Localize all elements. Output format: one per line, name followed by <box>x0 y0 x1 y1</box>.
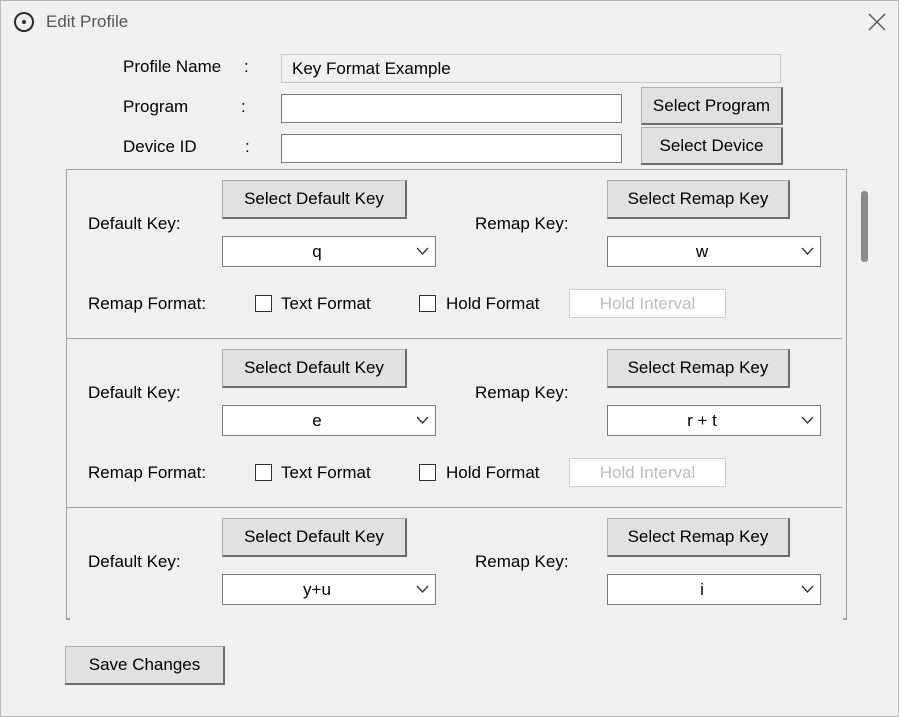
key-mapping-item: Select Default Key Default Key: e Select… <box>67 339 846 508</box>
remap-key-dropdown[interactable]: r + t <box>607 405 821 436</box>
hold-format-label: Hold Format <box>446 294 540 313</box>
device-id-colon: : <box>245 137 250 156</box>
text-format-checkbox[interactable] <box>255 464 272 481</box>
key-mapping-list[interactable]: Select Default Key Default Key: q Select… <box>66 169 847 620</box>
select-remap-key-button[interactable]: Select Remap Key <box>607 518 790 557</box>
text-format-label: Text Format <box>281 294 371 313</box>
default-key-value: y+u <box>303 580 331 599</box>
chevron-down-icon <box>801 585 814 593</box>
chevron-down-icon <box>801 416 814 424</box>
hold-format-checkbox[interactable] <box>419 295 436 312</box>
profile-name-label: Profile Name <box>123 57 222 76</box>
remap-key-dropdown[interactable]: i <box>607 574 821 605</box>
profile-name-colon: : <box>244 57 249 76</box>
close-icon <box>868 13 886 31</box>
program-label: Program <box>123 97 189 116</box>
default-key-value: e <box>312 411 322 430</box>
device-id-label: Device ID <box>123 137 197 156</box>
close-button[interactable] <box>857 7 897 37</box>
default-key-dropdown[interactable]: e <box>222 405 436 436</box>
hold-format-checkbox[interactable] <box>419 464 436 481</box>
remap-key-label: Remap Key: <box>475 214 569 233</box>
default-key-label: Default Key: <box>88 383 181 402</box>
remap-key-value: i <box>700 580 704 599</box>
remap-key-label: Remap Key: <box>475 552 569 571</box>
title-bar[interactable]: Edit Profile <box>1 1 898 43</box>
save-changes-button[interactable]: Save Changes <box>65 646 225 685</box>
default-key-value: q <box>312 242 322 261</box>
select-program-button[interactable]: Select Program <box>641 87 783 125</box>
default-key-dropdown[interactable]: q <box>222 236 436 267</box>
key-mapping-item: Select Default Key Default Key: y+u Sele… <box>67 508 846 620</box>
chevron-down-icon <box>416 247 429 255</box>
hold-interval-input[interactable]: Hold Interval <box>569 289 726 318</box>
remap-key-dropdown[interactable]: w <box>607 236 821 267</box>
remap-format-label: Remap Format: <box>88 463 207 482</box>
scrollbar-thumb[interactable] <box>861 191 868 262</box>
text-format-checkbox[interactable] <box>255 295 272 312</box>
list-bottom-edge <box>66 618 847 620</box>
profile-name-field[interactable]: Key Format Example <box>281 54 781 83</box>
app-icon <box>14 12 34 32</box>
hold-format-label: Hold Format <box>446 463 540 482</box>
chevron-down-icon <box>416 416 429 424</box>
hold-interval-input[interactable]: Hold Interval <box>569 458 726 487</box>
remap-key-value: w <box>695 242 709 261</box>
edit-profile-window: Edit Profile Profile Name : Key Format E… <box>0 0 899 717</box>
remap-key-value: r + t <box>687 411 717 430</box>
window-title: Edit Profile <box>46 12 129 31</box>
remap-key-label: Remap Key: <box>475 383 569 402</box>
select-default-key-button[interactable]: Select Default Key <box>222 518 407 557</box>
text-format-label: Text Format <box>281 463 371 482</box>
default-key-dropdown[interactable]: y+u <box>222 574 436 605</box>
default-key-label: Default Key: <box>88 214 181 233</box>
select-default-key-button[interactable]: Select Default Key <box>222 180 407 219</box>
key-mapping-item: Select Default Key Default Key: q Select… <box>67 170 846 339</box>
chevron-down-icon <box>801 247 814 255</box>
default-key-label: Default Key: <box>88 552 181 571</box>
program-colon: : <box>241 97 246 116</box>
chevron-down-icon <box>416 585 429 593</box>
device-id-field[interactable] <box>281 134 622 163</box>
remap-format-label: Remap Format: <box>88 294 207 313</box>
select-remap-key-button[interactable]: Select Remap Key <box>607 349 790 388</box>
select-device-button[interactable]: Select Device <box>641 127 783 165</box>
select-remap-key-button[interactable]: Select Remap Key <box>607 180 790 219</box>
program-field[interactable] <box>281 94 622 123</box>
select-default-key-button[interactable]: Select Default Key <box>222 349 407 388</box>
